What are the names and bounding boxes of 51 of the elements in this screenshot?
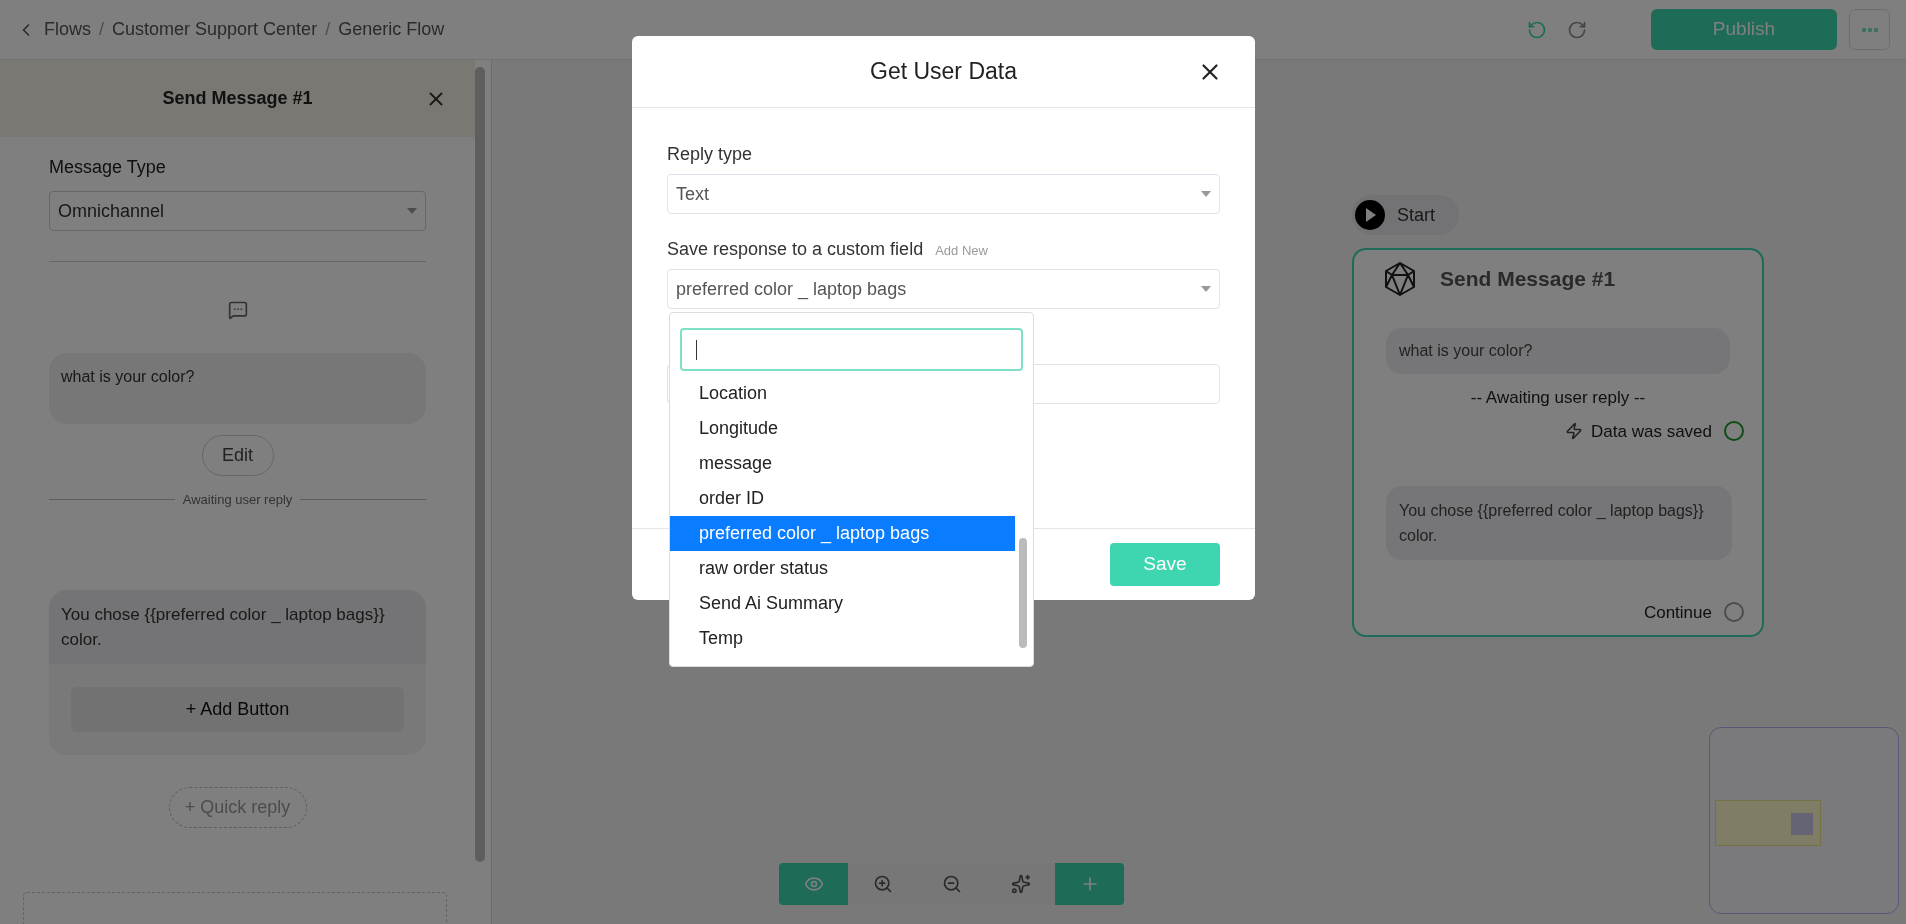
caret-icon [1201,286,1211,292]
dropdown-option[interactable]: Temp [670,621,1015,656]
divider-text: Awaiting user reply [182,491,293,509]
output-port[interactable] [1724,602,1744,623]
output-port[interactable] [1724,421,1744,442]
breadcrumb-link[interactable]: Flows [44,16,91,43]
eye-icon [803,874,824,894]
add-button[interactable]: + Add Button [71,686,404,732]
caret-icon [407,208,417,214]
node-reply-bubble: You chose {{preferred color _ laptop bags}} color. [1386,486,1732,560]
message-type-select[interactable]: Omnichannel [49,191,426,231]
panel-title: Send Message #1 [162,87,313,110]
message-bubble: what is your color? [49,353,426,424]
breadcrumb-link[interactable]: Generic Flow [338,16,445,43]
awaiting-text: -- Awaiting user reply -- [1470,387,1646,409]
breadcrumb-separator: / [99,18,105,41]
dropdown-option[interactable]: Send Ai Summary [670,586,1015,621]
node-message-bubble: what is your color? [1386,328,1730,374]
add-new-link[interactable]: Add New [935,241,988,261]
dropdown-option[interactable]: Location [670,376,1015,411]
caret-icon [1201,191,1211,197]
modal-title: Get User Data [870,57,1017,87]
search-field[interactable] [680,328,1023,371]
reply-bubble: You chose {{preferred color _ laptop bags}} color. [49,589,426,664]
chat-icon [227,300,248,320]
custom-field-select[interactable]: preferred color _ laptop bags [667,269,1220,309]
data-saved-label: Data was saved [1591,420,1712,443]
breadcrumb-link[interactable]: Customer Support Center [112,16,318,43]
icosahedron-icon [1384,262,1416,296]
field-label: Reply type [667,143,754,166]
dropdown-option[interactable]: message [670,446,1015,481]
reply-type-select[interactable]: Text [667,174,1220,214]
dropdown-option[interactable]: Longitude [670,411,1015,446]
continue-label: Continue [1643,601,1712,624]
zoom-out-icon [941,874,962,894]
more-icon [1861,27,1878,32]
start-node[interactable]: Start [1352,195,1459,235]
dropdown-option[interactable]: preferred color _ laptop bags [670,516,1015,551]
field-label: Save response to a custom field [667,238,924,261]
breadcrumb-separator: / [325,18,331,41]
dropdown-option[interactable]: order ID [670,481,1015,516]
zoom-in-icon [872,874,893,894]
more-button[interactable] [1849,9,1890,50]
sparkles-icon [1010,874,1031,894]
dropdown-option[interactable]: raw order status [670,551,1015,586]
eye-button[interactable] [779,863,848,905]
message-node[interactable]: Send Message #1 what is your color? -- Awaiting user reply -- Data was saved You chose {{preferred color _ laptop bags}} color. Continue [1352,248,1764,637]
play-icon [1355,200,1385,230]
field-label: Message Type [49,156,167,179]
node-title: Send Message #1 [1440,266,1616,293]
lightning-icon [1565,422,1584,441]
